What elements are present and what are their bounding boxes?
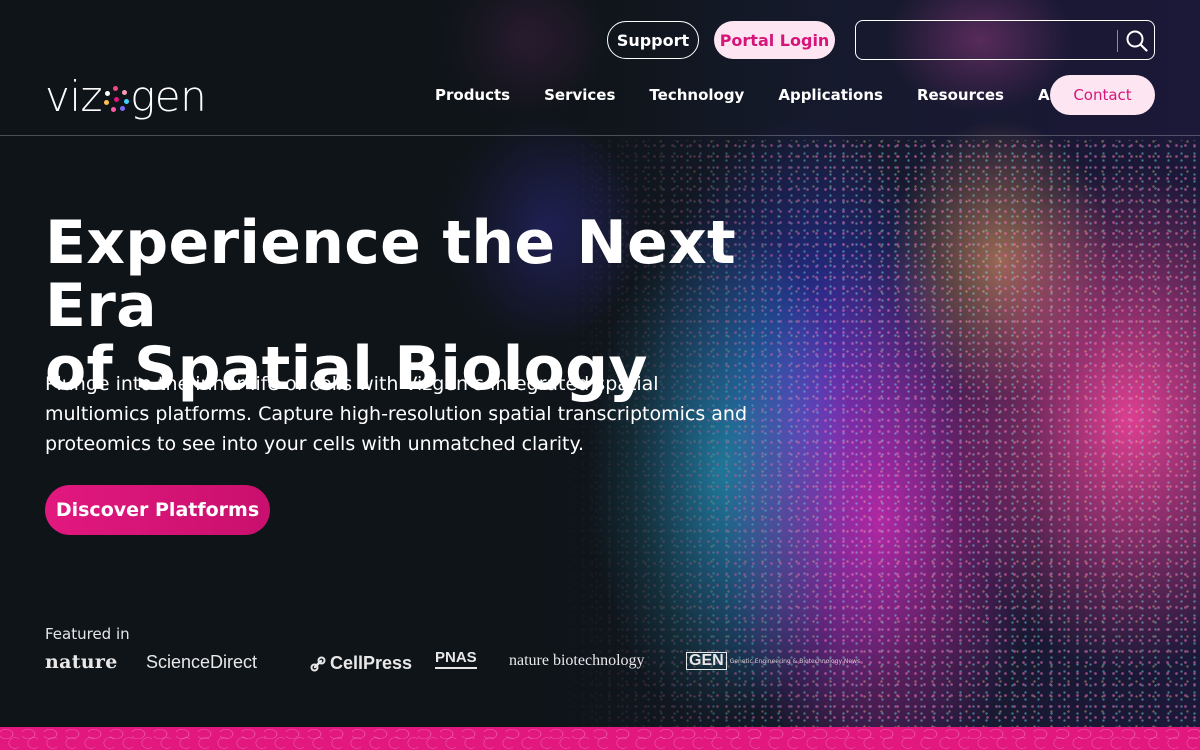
logo-text-part2: gen (130, 72, 207, 121)
portal-login-button[interactable]: Portal Login (714, 21, 835, 59)
sciencedirect-logo: ScienceDirect (146, 652, 258, 672)
gen-subtitle: Genetic Engineering & Biotechnology News (729, 657, 861, 665)
logo-text-part1: viz (45, 72, 103, 121)
search-box (855, 20, 1155, 60)
search-input[interactable] (866, 29, 1116, 53)
logo-dot-mark-icon (103, 85, 130, 112)
gen-mark: GEN (686, 652, 727, 670)
cellpress-text: CellPress (330, 653, 413, 673)
search-divider (1117, 30, 1118, 52)
nav-item-resources[interactable]: Resources (917, 86, 1004, 104)
nav-item-services[interactable]: Services (544, 86, 615, 104)
pnas-logo: PNAS (435, 650, 477, 669)
decorative-cell-pattern-strip (0, 727, 1200, 750)
search-icon[interactable] (1125, 29, 1149, 53)
featured-in-label: Featured in (45, 625, 130, 643)
site-header: viz gen Support Portal Login Products Se… (0, 0, 1200, 136)
gen-logo: GEN Genetic Engineering & Biotechnology … (686, 652, 861, 670)
cellpress-logo: CellPress (310, 653, 412, 674)
vizgen-logo[interactable]: viz gen (45, 72, 207, 121)
discover-platforms-button[interactable]: Discover Platforms (45, 485, 270, 535)
cellpress-mark-icon (310, 656, 326, 671)
nav-item-products[interactable]: Products (435, 86, 510, 104)
hero-title-line-1: Experience the Next Era (45, 208, 737, 341)
support-button[interactable]: Support (607, 21, 699, 59)
main-navigation: Products Services Technology Application… (435, 75, 1149, 115)
nature-logo: nature (45, 651, 118, 673)
hero-description: Plunge into the inner life of cells with… (45, 373, 748, 455)
nature-biotechnology-logo: nature biotechnology (509, 652, 645, 669)
nav-item-applications[interactable]: Applications (778, 86, 883, 104)
nav-item-technology[interactable]: Technology (649, 86, 744, 104)
contact-button[interactable]: Contact (1050, 75, 1155, 115)
